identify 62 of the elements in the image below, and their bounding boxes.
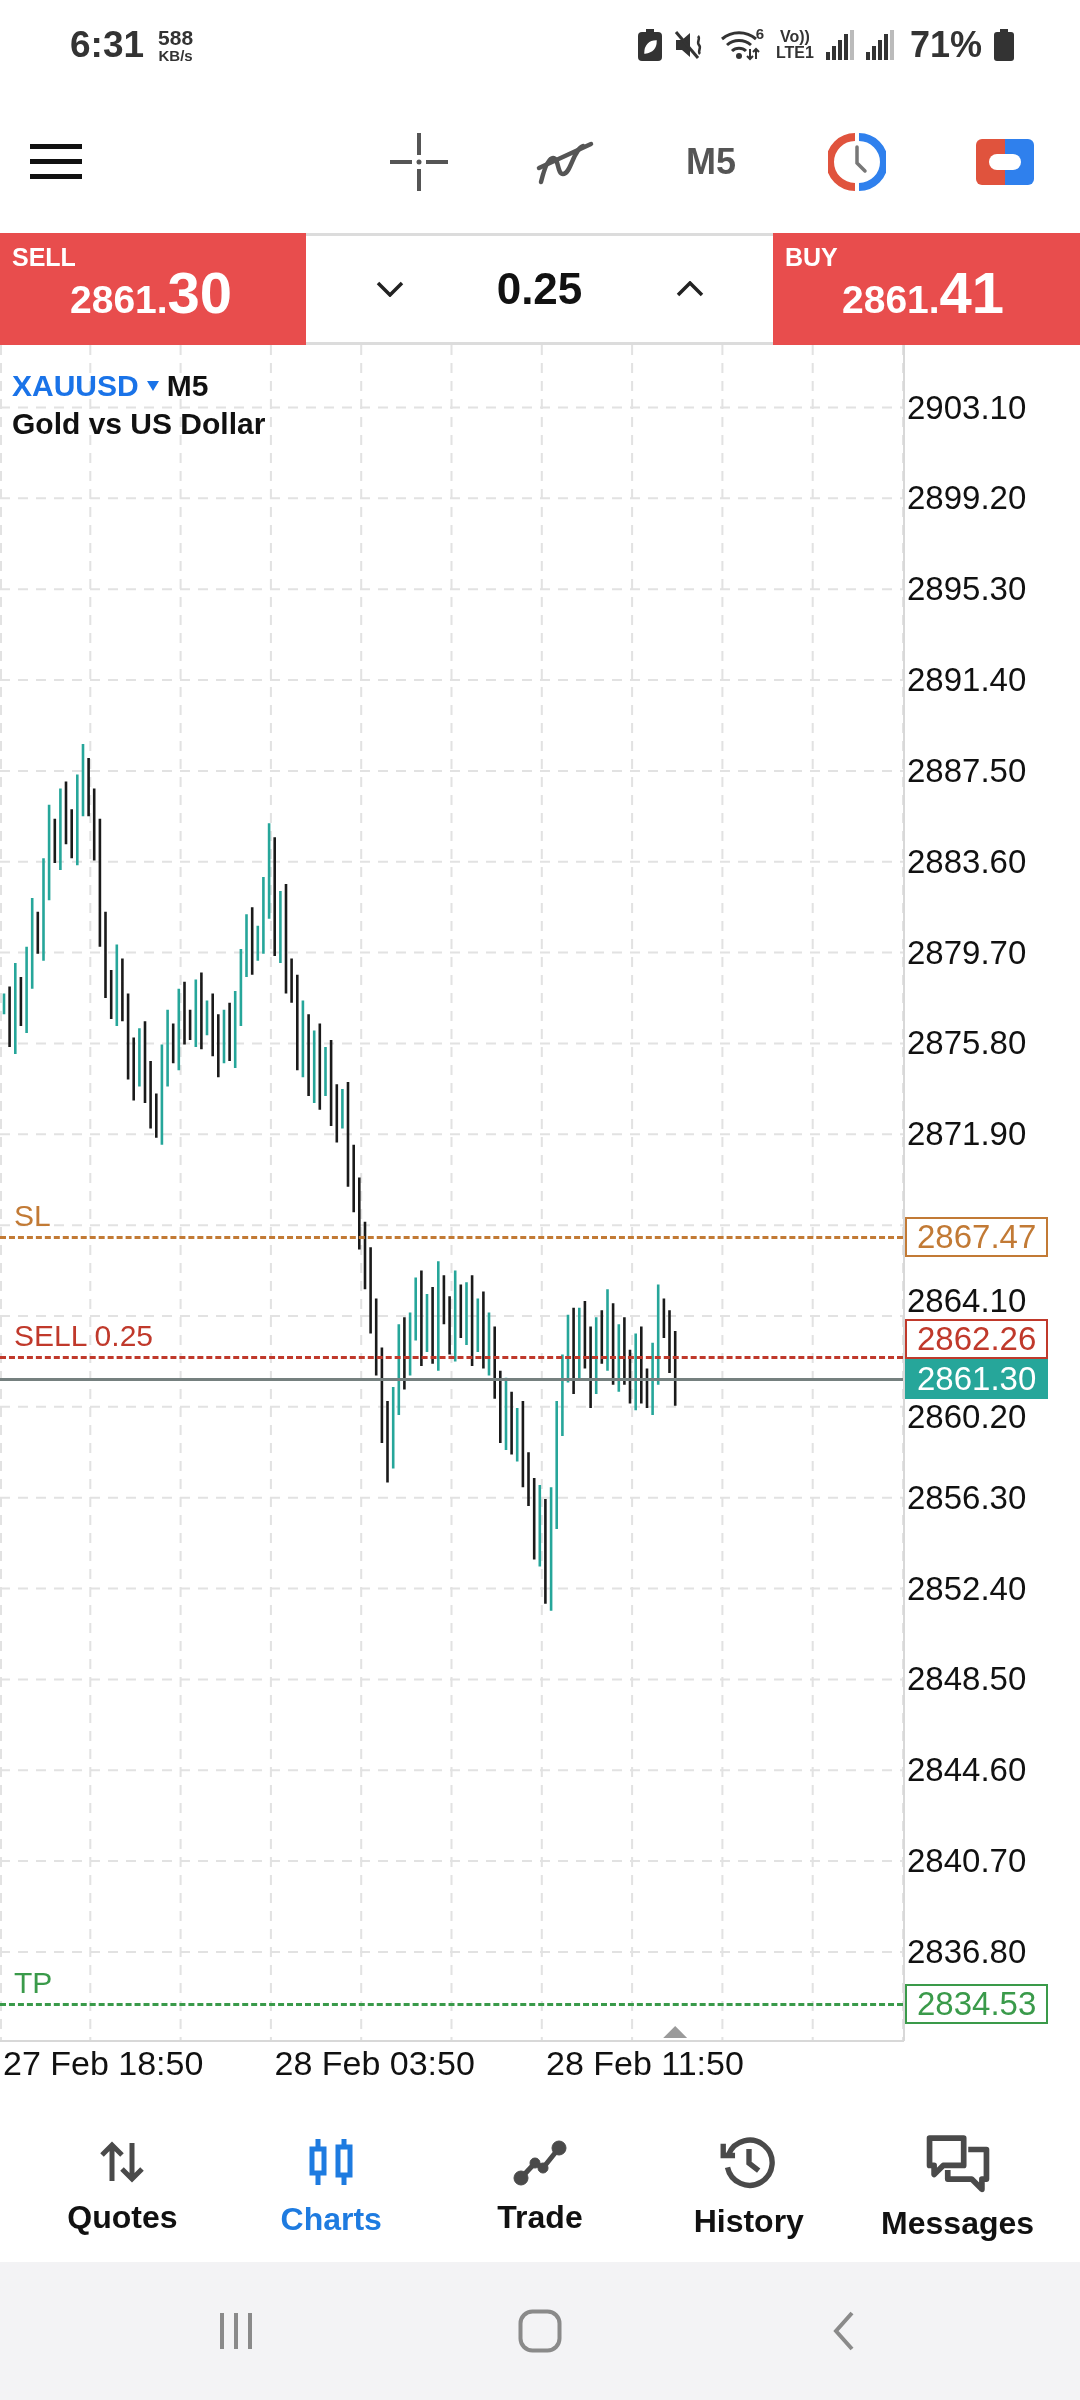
back-icon[interactable]	[832, 2311, 856, 2351]
order-label: SELL 0.25	[14, 1319, 153, 1353]
battery-saver-icon	[637, 29, 662, 61]
price-axis-label: 2871.90	[907, 1116, 1027, 1153]
price-axis-label: 2856.30	[907, 1479, 1027, 1516]
network-type-label: LTE1	[776, 45, 814, 61]
network-speed: 588	[158, 27, 194, 48]
crosshair-icon[interactable]	[390, 132, 448, 191]
time-axis-label: 27 Feb 18:50	[3, 2043, 204, 2084]
nav-tab[interactable]: Charts	[226, 2088, 436, 2262]
stop-loss-price-tag: 2867.47	[905, 1217, 1049, 1257]
menu-button[interactable]	[30, 144, 82, 179]
price-axis-label: 2848.50	[907, 1661, 1027, 1698]
price-axis-label: 2840.70	[907, 1843, 1027, 1880]
volte-label: Vo))	[780, 29, 810, 45]
stop-loss-label: SL	[14, 1199, 51, 1233]
signal-icon	[825, 30, 854, 60]
nav-tab[interactable]: Messages	[853, 2088, 1062, 2262]
price-axis-label: 2887.50	[907, 752, 1027, 789]
status-time: 6:31	[70, 24, 145, 66]
price-axis-label: 2864.10	[907, 1283, 1027, 1319]
nav-tab[interactable]: History	[644, 2088, 854, 2262]
chart-timeframe: M5	[166, 369, 209, 403]
dropdown-caret-icon[interactable]	[146, 381, 159, 391]
chevron-down-icon	[375, 281, 404, 297]
price-axis-label: 2899.20	[907, 480, 1027, 517]
line-chart-icon	[512, 2137, 568, 2187]
chevron-up-icon	[675, 281, 704, 297]
sell-button[interactable]: SELL 2861.30	[0, 233, 306, 345]
time-axis-label: 28 Feb 03:50	[274, 2043, 475, 2084]
price-axis-label: 2875.80	[907, 1025, 1027, 1062]
volume-field[interactable]: 0.25	[449, 264, 630, 314]
bid-price-tag: 2861.30	[905, 1359, 1049, 1399]
clock-ring-icon[interactable]	[828, 132, 886, 191]
price-axis-label: 2852.40	[907, 1570, 1027, 1607]
price-axis-label: 2860.20	[907, 1399, 1027, 1435]
take-profit-price-tag: 2834.53	[905, 1984, 1049, 2024]
chart-end-marker-icon	[663, 2026, 688, 2038]
price-axis-label: 2895.30	[907, 571, 1027, 608]
price-axis-label: 2879.70	[907, 934, 1027, 971]
order-price-tag: 2862.26	[905, 1319, 1049, 1359]
battery-percent: 71%	[909, 24, 982, 66]
nav-tab[interactable]: Quotes	[18, 2088, 227, 2262]
price-axis-label: 2891.40	[907, 662, 1027, 699]
trade-panel-icon[interactable]	[976, 138, 1034, 185]
home-icon[interactable]	[518, 2309, 562, 2353]
wifi-standard-label: 6	[755, 25, 764, 42]
price-axis-label: 2844.60	[907, 1752, 1027, 1789]
price-axis-label: 2836.80	[907, 1933, 1027, 1970]
signal-icon	[865, 30, 894, 60]
time-axis-label: 28 Feb 11:50	[546, 2043, 744, 2084]
take-profit-label: TP	[14, 1966, 53, 2000]
menu-icon	[30, 144, 82, 179]
battery-icon	[994, 29, 1014, 61]
network-speed-unit: KB/s	[158, 48, 193, 63]
price-axis-label: 2903.10	[907, 389, 1027, 426]
symbol-description: Gold vs US Dollar	[12, 407, 266, 441]
buy-button[interactable]: BUY 2861.41	[773, 233, 1080, 345]
symbol-name[interactable]: XAUUSD	[12, 369, 139, 403]
nav-tab[interactable]: Trade	[435, 2088, 645, 2262]
price-axis-label: 2883.60	[907, 843, 1027, 880]
timeframe-button[interactable]: M5	[686, 140, 736, 183]
